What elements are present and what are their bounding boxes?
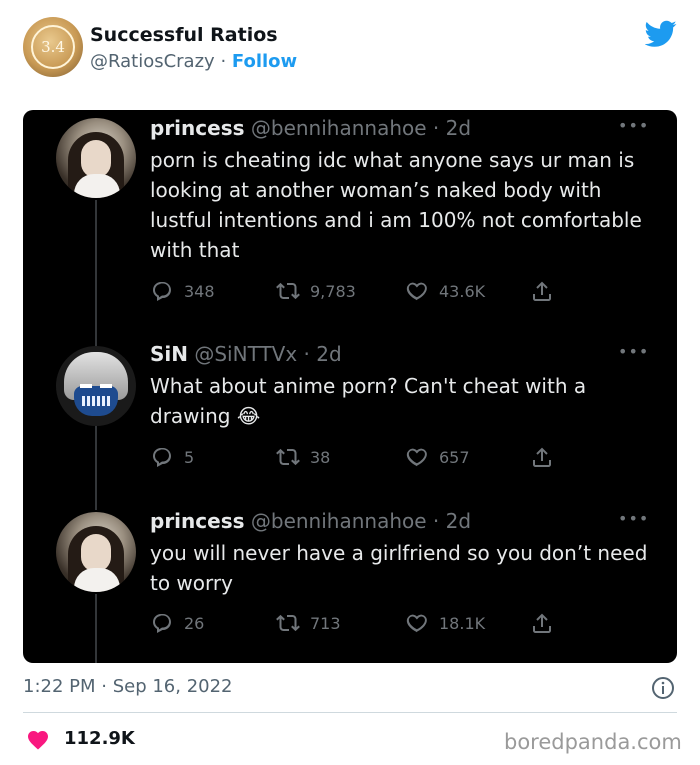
like-count: 18.1K — [439, 613, 486, 633]
tweet-author-line: princess @bennihannahoe · 2d — [150, 116, 471, 140]
reply-icon — [153, 282, 171, 301]
share-icon — [533, 613, 551, 633]
author-handle[interactable]: @bennihannahoe — [251, 116, 427, 140]
thread-connector — [95, 200, 97, 358]
more-icon[interactable]: ••• — [618, 509, 649, 528]
retweet-count: 9,783 — [310, 281, 356, 301]
tweet-text: porn is cheating idc what anyone says ur… — [150, 148, 642, 262]
retweet-icon — [276, 448, 300, 466]
reply-button[interactable]: 348 — [150, 279, 215, 303]
reply-count: 5 — [184, 447, 195, 467]
tweet-author-line: princess @bennihannahoe · 2d — [150, 509, 471, 533]
tweet-author-line: SiN @SiNTTVx · 2d — [150, 342, 342, 366]
retweet-button[interactable]: 9,783 — [276, 279, 356, 303]
more-icon[interactable]: ••• — [618, 116, 649, 135]
thread-connector — [95, 426, 97, 510]
handle-separator: · — [220, 51, 227, 72]
avatar[interactable] — [56, 512, 136, 592]
like-button[interactable]: 657 — [405, 445, 470, 469]
info-icon[interactable] — [651, 676, 675, 700]
author-handle[interactable]: @SiNTTVx — [194, 342, 297, 366]
like-icon — [406, 614, 427, 633]
tweet-text: What about anime porn? Can't cheat with … — [150, 374, 587, 428]
author-handle[interactable]: @bennihannahoe — [251, 509, 427, 533]
account-handle-line: @RatiosCrazy · Follow — [90, 51, 297, 72]
tweet-time: · 2d — [432, 116, 472, 140]
author-name[interactable]: princess — [150, 116, 245, 140]
tweet-time: · 2d — [432, 509, 472, 533]
avatar[interactable] — [56, 118, 136, 198]
tweet-time: · 2d — [303, 342, 342, 366]
avatar-text: 3.4 — [31, 25, 75, 69]
divider — [23, 712, 677, 713]
share-button[interactable] — [530, 445, 554, 469]
share-icon — [533, 447, 551, 467]
tweet-text: you will never have a girlfriend so you … — [150, 541, 648, 595]
like-icon — [406, 282, 427, 301]
reply-button[interactable]: 5 — [150, 445, 194, 469]
tweet-actions: 5 38 657 — [150, 445, 570, 469]
avatar[interactable] — [56, 346, 136, 426]
follow-button[interactable]: Follow — [232, 51, 297, 72]
watermark: boredpanda.com — [504, 730, 682, 754]
like-button[interactable]: 18.1K — [405, 611, 485, 635]
like-icon — [406, 448, 427, 467]
reply-count: 26 — [184, 613, 205, 633]
reply-icon — [153, 448, 171, 467]
retweet-icon — [276, 614, 300, 632]
account-handle[interactable]: @RatiosCrazy — [90, 51, 215, 72]
retweet-button[interactable]: 38 — [276, 445, 330, 469]
more-icon[interactable]: ••• — [618, 342, 649, 361]
retweet-count: 713 — [310, 613, 341, 633]
share-button[interactable] — [530, 611, 554, 635]
retweet-icon — [276, 282, 300, 300]
avatar[interactable]: 3.4 — [23, 17, 83, 77]
thread-connector — [95, 594, 97, 663]
retweet-count: 38 — [310, 447, 331, 467]
heart-icon[interactable] — [26, 728, 50, 750]
author-name[interactable]: princess — [150, 509, 245, 533]
twitter-bird-icon[interactable] — [645, 20, 677, 48]
share-icon — [533, 281, 551, 301]
tweet-header: 3.4 Successful Ratios @RatiosCrazy · Fol… — [0, 0, 700, 100]
tweet-timestamp[interactable]: 1:22 PM · Sep 16, 2022 — [23, 676, 233, 697]
author-name[interactable]: SiN — [150, 342, 188, 366]
share-button[interactable] — [530, 279, 554, 303]
reply-icon — [153, 614, 171, 633]
tweet-actions: 26 713 18.1K — [150, 611, 570, 635]
like-count-total: 112.9K — [64, 728, 135, 749]
like-count: 43.6K — [439, 281, 486, 301]
account-name[interactable]: Successful Ratios — [90, 24, 278, 46]
embedded-thread-screenshot: princess @bennihannahoe · 2d ••• porn is… — [23, 110, 677, 663]
reply-count: 348 — [184, 281, 215, 301]
reply-button[interactable]: 26 — [150, 611, 204, 635]
tweet-actions: 348 9,783 43.6K — [150, 279, 570, 303]
like-button[interactable]: 43.6K — [405, 279, 485, 303]
like-count: 657 — [439, 447, 470, 467]
retweet-button[interactable]: 713 — [276, 611, 341, 635]
